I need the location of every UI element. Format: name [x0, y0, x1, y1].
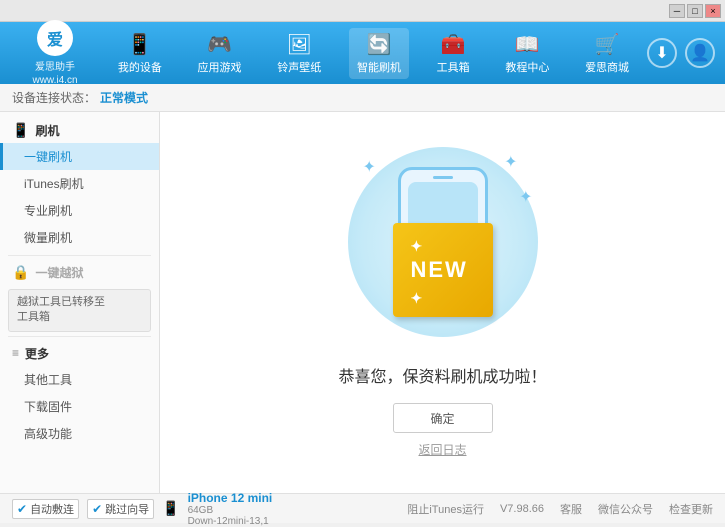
sparkle-3: ✦ [519, 187, 532, 207]
logo-line1: 爱思助手 [35, 58, 75, 73]
jailbreak-section-header: 🔒 一键越狱 [0, 260, 159, 285]
jailbreak-section: 🔒 一键越狱 越狱工具已转移至工具箱 [0, 260, 159, 332]
stop-itunes-label[interactable]: 阻止iTunes运行 [407, 501, 484, 517]
logo-line2: www.i4.cn [32, 75, 77, 86]
divider-1 [8, 255, 151, 256]
other-tools-label: 其他工具 [24, 373, 72, 387]
device-name: iPhone 12 mini [188, 491, 273, 505]
auto-connect-check-icon: ✔ [17, 502, 27, 516]
logo-area: 爱 爱思助手 www.i4.cn [10, 20, 100, 86]
mall-icon: 🛒 [595, 32, 620, 57]
download-firmware-label: 下载固件 [24, 400, 72, 414]
sidebar-item-download-firmware[interactable]: 下载固件 [0, 393, 159, 420]
device-info: iPhone 12 mini 64GB Down-12mini-13,1 [188, 491, 273, 527]
sidebar-item-one-key-flash[interactable]: 一键刷机 [0, 143, 159, 170]
top-nav: 爱 爱思助手 www.i4.cn 📱 我的设备 🎮 应用游戏 🖼 铃声壁纸 🔄 … [0, 22, 725, 84]
my-device-label: 我的设备 [118, 59, 162, 75]
version-label: V7.98.66 [500, 503, 544, 515]
confirm-button[interactable]: 确定 [393, 403, 493, 433]
sparkle-2: ✦ [504, 152, 517, 172]
jailbreak-lock-icon: 🔒 [12, 264, 29, 281]
sidebar-item-advanced[interactable]: 高级功能 [0, 420, 159, 447]
nav-apps-games[interactable]: 🎮 应用游戏 [190, 28, 250, 79]
skip-wizard-label: 跳过向导 [105, 501, 149, 517]
success-message: 恭喜您，保资料刷机成功啦！ [338, 363, 546, 387]
nav-tutorial[interactable]: 📖 教程中心 [497, 28, 557, 79]
success-illustration: ✦ ✦ ✦ NEW [343, 147, 543, 347]
jailbreak-warning: 越狱工具已转移至工具箱 [8, 289, 151, 332]
nav-my-device[interactable]: 📱 我的设备 [110, 28, 170, 79]
title-bar: ─ □ × [0, 0, 725, 22]
minimize-button[interactable]: ─ [669, 4, 685, 18]
smart-flash-label: 智能刷机 [357, 59, 401, 75]
wechat-link[interactable]: 微信公众号 [598, 501, 653, 517]
bottom-left: ✔ 自动敷连 ✔ 跳过向导 📱 iPhone 12 mini 64GB Down… [12, 491, 272, 527]
window-controls[interactable]: ─ □ × [669, 4, 721, 18]
more-section-label: 更多 [25, 345, 49, 362]
nav-items: 📱 我的设备 🎮 应用游戏 🖼 铃声壁纸 🔄 智能刷机 🧰 工具箱 📖 教程中心… [100, 28, 647, 79]
nav-mall[interactable]: 🛒 爱思商城 [577, 28, 637, 79]
device-model: Down-12mini-13,1 [188, 516, 273, 527]
toolbox-icon: 🧰 [441, 32, 466, 57]
maximize-button[interactable]: □ [687, 4, 703, 18]
tutorial-label: 教程中心 [505, 59, 549, 75]
bottom-bar: ✔ 自动敷连 ✔ 跳过向导 📱 iPhone 12 mini 64GB Down… [0, 493, 725, 523]
status-bar: 设备连接状态： 正常模式 [0, 84, 725, 112]
main-layout: 📱 刷机 一键刷机 iTunes刷机 专业刷机 微量刷机 🔒 一键越狱 [0, 112, 725, 493]
auto-connect-label: 自动敷连 [30, 501, 74, 517]
skip-wizard-check-icon: ✔ [92, 502, 102, 516]
apps-games-icon: 🎮 [207, 32, 232, 57]
more-section: ≡ 更多 其他工具 下载固件 高级功能 [0, 341, 159, 447]
nav-wallpaper[interactable]: 🖼 铃声壁纸 [269, 28, 329, 79]
bottom-right: 阻止iTunes运行 V7.98.66 客服 微信公众号 检查更新 [407, 501, 713, 517]
my-device-icon: 📱 [127, 32, 152, 57]
apps-games-label: 应用游戏 [198, 59, 242, 75]
logo-icon: 爱 [37, 20, 73, 56]
jailbreak-label: 一键越狱 [35, 264, 83, 281]
status-label: 设备连接状态： [12, 89, 96, 106]
itunes-flash-label: iTunes刷机 [24, 177, 84, 191]
new-badge: NEW [393, 223, 493, 317]
jailbreak-warning-text: 越狱工具已转移至工具箱 [17, 296, 105, 323]
mall-label: 爱思商城 [585, 59, 629, 75]
toolbox-label: 工具箱 [437, 59, 470, 75]
check-update-link[interactable]: 检查更新 [669, 501, 713, 517]
sidebar-item-micro-flash[interactable]: 微量刷机 [0, 224, 159, 251]
phone-speaker [433, 176, 453, 179]
advanced-label: 高级功能 [24, 427, 72, 441]
wallpaper-icon: 🖼 [287, 32, 312, 57]
tutorial-icon: 📖 [515, 32, 540, 57]
skip-wizard-checkbox[interactable]: ✔ 跳过向导 [87, 499, 154, 519]
nav-right-buttons: ⬇ 👤 [647, 38, 715, 68]
sidebar: 📱 刷机 一键刷机 iTunes刷机 专业刷机 微量刷机 🔒 一键越狱 [0, 112, 160, 493]
flash-section-label: 刷机 [35, 122, 59, 139]
close-button[interactable]: × [705, 4, 721, 18]
nav-smart-flash[interactable]: 🔄 智能刷机 [349, 28, 409, 79]
one-key-flash-label: 一键刷机 [24, 150, 72, 164]
micro-flash-label: 微量刷机 [24, 231, 72, 245]
support-link[interactable]: 客服 [560, 501, 582, 517]
back-link[interactable]: 返回日志 [418, 441, 466, 458]
download-nav-button[interactable]: ⬇ [647, 38, 677, 68]
sparkle-1: ✦ [363, 157, 376, 177]
more-lines-icon: ≡ [12, 346, 19, 360]
nav-toolbox[interactable]: 🧰 工具箱 [429, 28, 478, 79]
wallpaper-label: 铃声壁纸 [277, 59, 321, 75]
flash-section-header: 📱 刷机 [0, 118, 159, 143]
device-storage: 64GB [188, 505, 273, 516]
device-phone-icon: 📱 [162, 500, 179, 517]
sidebar-item-other-tools[interactable]: 其他工具 [0, 366, 159, 393]
status-value: 正常模式 [100, 89, 148, 106]
auto-connect-checkbox[interactable]: ✔ 自动敷连 [12, 499, 79, 519]
content-area: ✦ ✦ ✦ NEW 恭喜您，保资料刷机成功啦！ 确定 返回日志 [160, 112, 725, 493]
user-nav-button[interactable]: 👤 [685, 38, 715, 68]
smart-flash-icon: 🔄 [367, 32, 392, 57]
divider-2 [8, 336, 151, 337]
flash-section: 📱 刷机 一键刷机 iTunes刷机 专业刷机 微量刷机 [0, 118, 159, 251]
pro-flash-label: 专业刷机 [24, 204, 72, 218]
sidebar-item-pro-flash[interactable]: 专业刷机 [0, 197, 159, 224]
sidebar-item-itunes-flash[interactable]: iTunes刷机 [0, 170, 159, 197]
flash-section-icon: 📱 [12, 122, 29, 139]
more-section-header: ≡ 更多 [0, 341, 159, 366]
